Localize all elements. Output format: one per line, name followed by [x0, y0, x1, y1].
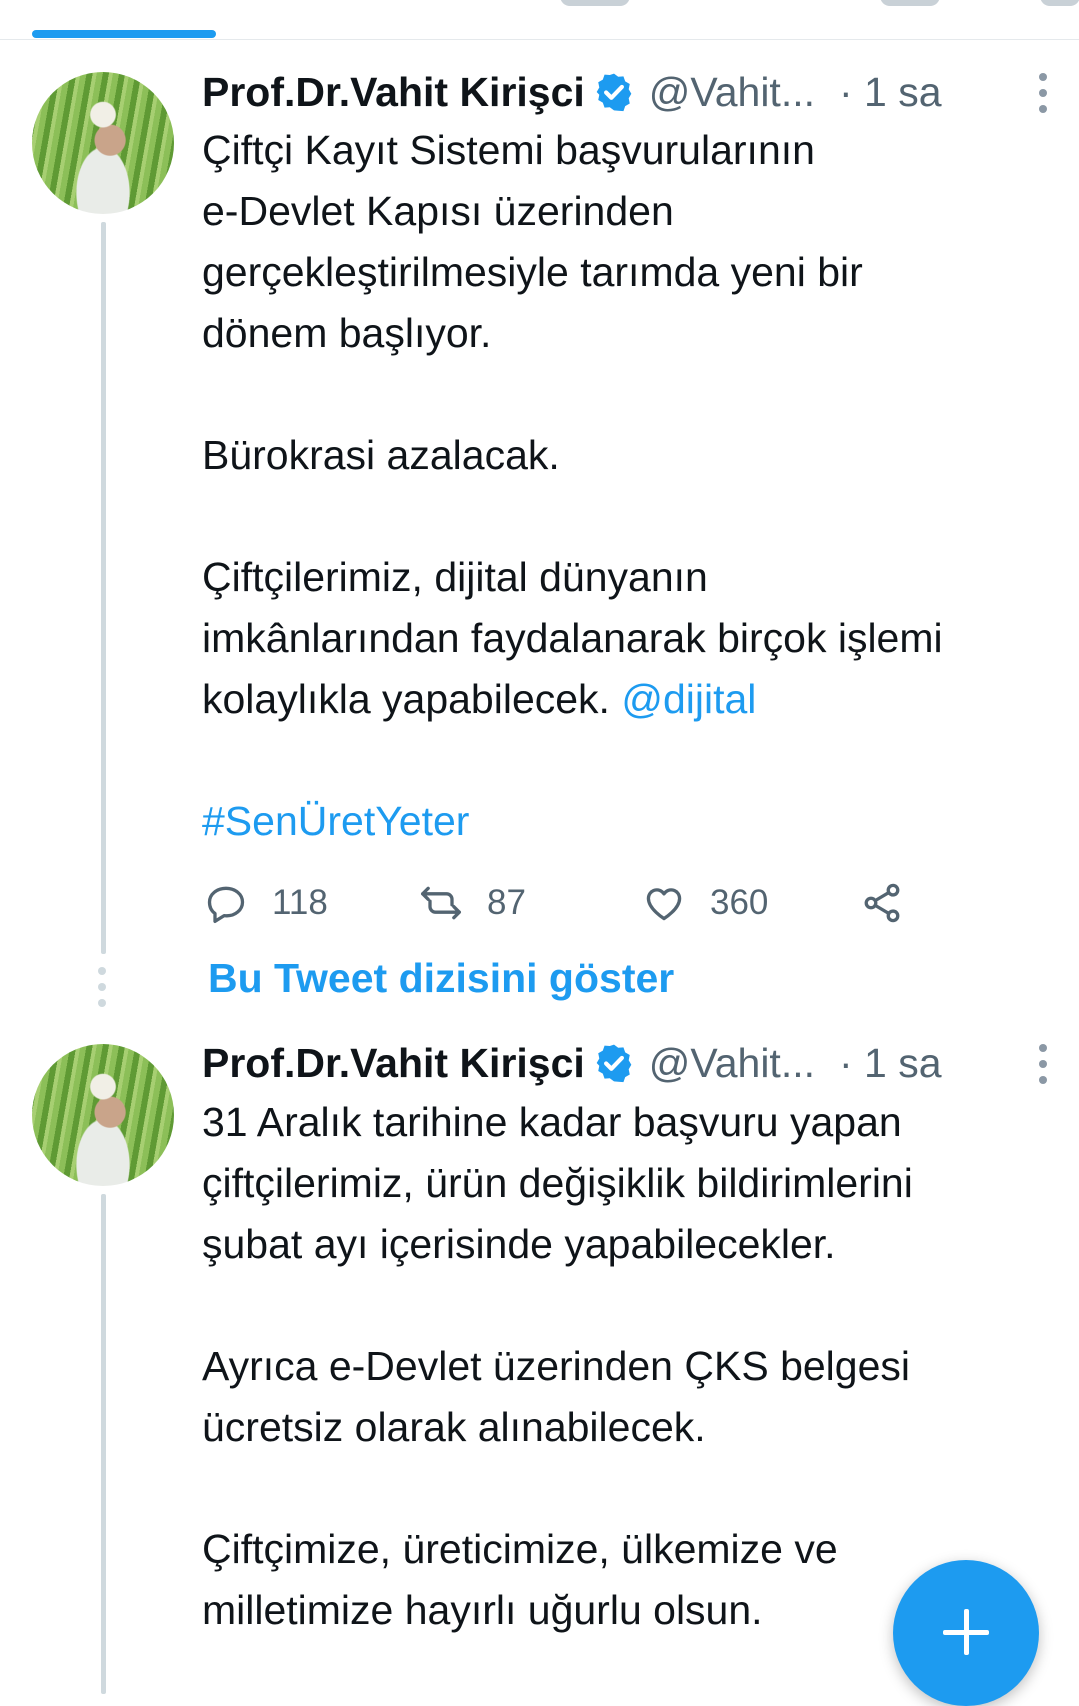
text-line: dönem başlıyor. [202, 310, 492, 356]
like-count: 360 [710, 883, 769, 922]
show-thread-link[interactable]: Bu Tweet dizisini göster [208, 955, 674, 1002]
author-handle[interactable]: @Vahit... [649, 1040, 815, 1087]
author-handle[interactable]: @Vahit... [649, 69, 815, 116]
paragraph: Ayrıca e-Devlet üzerinden ÇKS belgesi üc… [202, 1336, 1062, 1458]
tweet-text: Çiftçi Kayıt Sistemi başvurularının e-De… [202, 120, 1062, 913]
paragraph: 31 Aralık tarihine kadar başvuru yapan ç… [202, 1092, 1062, 1275]
text-line: Çiftçi Kayıt Sistemi başvurularının [202, 127, 815, 173]
thread-connector-line [101, 1194, 106, 1694]
text-line: çiftçilerimiz, ürün değişiklik bildiriml… [202, 1160, 913, 1206]
share-button[interactable] [860, 878, 904, 928]
verified-badge-icon [596, 1044, 632, 1083]
tweet-timestamp[interactable]: · 1 sa [839, 1040, 942, 1087]
hashtag-link[interactable]: #SenÜretYeter [202, 798, 469, 844]
text-segment: kolaylıkla yapabilecek. [202, 676, 610, 722]
avatar[interactable] [32, 1044, 174, 1186]
more-options-icon[interactable] [1037, 73, 1049, 113]
text-line: gerçekleştirilmesiyle tarımda yeni bir [202, 249, 863, 295]
more-options-icon[interactable] [1037, 1044, 1049, 1084]
text-line: Bürokrasi azalacak. [202, 432, 560, 478]
paragraph: Çiftçi Kayıt Sistemi başvurularının e-De… [202, 120, 1062, 364]
thread-connector-line [101, 222, 106, 954]
tweet-header: Prof.Dr.Vahit Kirişci @Vahit... · 1 sa [202, 67, 1059, 117]
paragraph: Çiftçilerimiz, dijital dünyanın imkânlar… [202, 547, 1062, 730]
retweet-icon [421, 886, 461, 920]
tweet-timestamp[interactable]: · 1 sa [839, 69, 942, 116]
tweet-header: Prof.Dr.Vahit Kirişci @Vahit... · 1 sa [202, 1038, 1059, 1088]
heart-icon [646, 888, 682, 921]
author-name[interactable]: Prof.Dr.Vahit Kirişci [202, 1040, 585, 1087]
verified-badge-icon [596, 73, 632, 112]
author-name[interactable]: Prof.Dr.Vahit Kirişci [202, 69, 585, 116]
paragraph: #SenÜretYeter [202, 791, 1062, 852]
retweet-count: 87 [487, 883, 526, 922]
text-line: Ayrıca e-Devlet üzerinden ÇKS belgesi [202, 1343, 910, 1389]
reply-button[interactable]: 118 [204, 878, 328, 928]
share-icon [864, 883, 900, 923]
text-line: kolaylıkla yapabilecek. @dijital [202, 669, 1062, 730]
mention-link[interactable]: @dijital [621, 676, 756, 722]
thread-gap-dots [96, 967, 108, 1007]
text-line: şubat ayı içerisinde yapabilecekler. [202, 1221, 836, 1267]
avatar[interactable] [32, 72, 174, 214]
tweet[interactable]: Prof.Dr.Vahit Kirişci @Vahit... · 1 sa Ç… [0, 0, 1079, 954]
reply-icon [207, 886, 245, 923]
text-line: 31 Aralık tarihine kadar başvuru yapan [202, 1099, 902, 1145]
text-line: Çiftçilerimiz, dijital dünyanın [202, 554, 708, 600]
paragraph: Bürokrasi azalacak. [202, 425, 1062, 486]
text-line: imkânlarından faydalanarak birçok işlemi [202, 615, 943, 661]
text-line: e-Devlet Kapısı üzerinden [202, 188, 674, 234]
like-button[interactable]: 360 [642, 878, 768, 928]
retweet-button[interactable]: 87 [419, 878, 526, 928]
tweet-actions: 118 87 360 [204, 878, 924, 928]
reply-count: 118 [272, 883, 328, 922]
text-line: ücretsiz olarak alınabilecek. [202, 1404, 706, 1450]
compose-tweet-button[interactable] [893, 1560, 1039, 1706]
